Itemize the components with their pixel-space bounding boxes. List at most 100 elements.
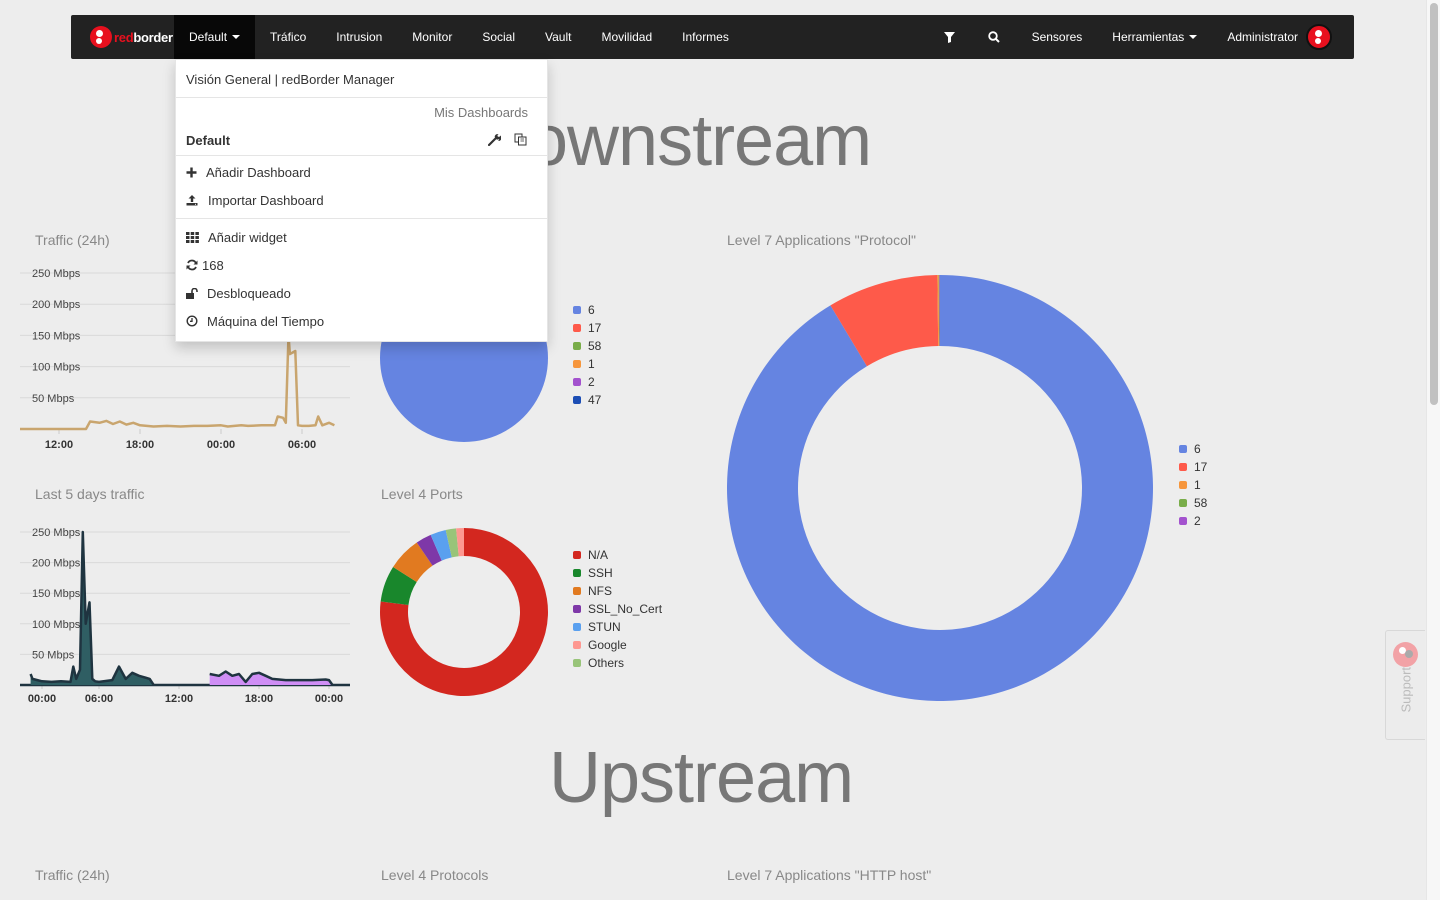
- legend-item[interactable]: 2: [573, 373, 601, 391]
- legend-item[interactable]: N/A: [573, 546, 662, 564]
- search-icon: [988, 31, 1000, 43]
- legend-item[interactable]: 58: [573, 337, 601, 355]
- legend-label: 2: [1194, 514, 1201, 528]
- legend-label: SSL_No_Cert: [588, 602, 663, 616]
- nav-item-movilidad[interactable]: Movilidad: [586, 15, 667, 59]
- my-dashboards-label: Mis Dashboards: [434, 105, 528, 120]
- filter-button[interactable]: [927, 15, 972, 59]
- y-tick-label: 150 Mbps: [32, 588, 81, 600]
- nav-item-trafico[interactable]: Tráfico: [255, 15, 321, 59]
- legend-swatch: [1179, 463, 1187, 471]
- legend-item[interactable]: 1: [1179, 476, 1207, 494]
- nav-item-social[interactable]: Social: [467, 15, 530, 59]
- clock-icon: [186, 315, 206, 327]
- support-tab[interactable]: Support: [1385, 630, 1425, 740]
- caret-down-icon: [232, 35, 241, 39]
- legend-label: NFS: [588, 584, 612, 598]
- legend-swatch: [573, 659, 581, 667]
- nav-item-administrator[interactable]: Administrator: [1212, 15, 1298, 59]
- legend-label: 17: [588, 321, 602, 335]
- legend-swatch: [1179, 445, 1187, 453]
- page-scrollbar[interactable]: [1426, 0, 1440, 900]
- line-series-a: [29, 530, 155, 686]
- y-tick-label: 150 Mbps: [32, 330, 81, 342]
- widget-title-l4-ports: Level 4 Ports: [381, 486, 463, 502]
- search-button[interactable]: [972, 15, 1017, 59]
- brand-logo-link[interactable]: redborder: [71, 15, 174, 59]
- legend-item[interactable]: 47: [573, 391, 601, 409]
- menu-item-add-dashboard[interactable]: Añadir Dashboard: [176, 158, 547, 186]
- x-tick-label: 00:00: [207, 439, 235, 451]
- legend-label: STUN: [588, 620, 621, 634]
- top-navbar: redborder Default Tráfico Intrusion Moni…: [71, 15, 1354, 59]
- brand-text: redborder: [114, 29, 173, 45]
- scrollbar-thumb[interactable]: [1430, 3, 1438, 405]
- legend-item[interactable]: 58: [1179, 494, 1207, 512]
- y-tick-label: 50 Mbps: [32, 649, 75, 661]
- nav-item-default[interactable]: Default: [174, 15, 256, 59]
- legend-item[interactable]: 1: [573, 355, 601, 373]
- edit-dashboard-button[interactable]: [481, 133, 507, 149]
- redborder-logo-icon: [90, 26, 112, 48]
- caret-down-icon: [1189, 35, 1198, 39]
- legend-item[interactable]: 17: [1179, 458, 1207, 476]
- legend-label: 58: [588, 339, 602, 353]
- legend-item[interactable]: 17: [573, 319, 601, 337]
- x-tick-label: 06:00: [85, 693, 113, 705]
- widget-title-up-l7-http-host: Level 7 Applications "HTTP host": [727, 867, 932, 883]
- menu-item-refresh-interval[interactable]: 168: [176, 251, 547, 279]
- x-tick-label: 18:00: [126, 439, 154, 451]
- y-tick-label: 250 Mbps: [32, 268, 81, 280]
- nav-item-monitor[interactable]: Monitor: [397, 15, 467, 59]
- dropdown-overview-link[interactable]: Visión General | redBorder Manager: [176, 60, 547, 98]
- legend-swatch: [573, 378, 581, 386]
- nav-item-sensores[interactable]: Sensores: [1017, 15, 1098, 59]
- legend-item[interactable]: NFS: [573, 582, 662, 600]
- nav-item-intrusion[interactable]: Intrusion: [321, 15, 397, 59]
- x-tick-label: 00:00: [315, 693, 343, 705]
- legend-item[interactable]: 6: [573, 301, 601, 319]
- legend-item[interactable]: SSL_No_Cert: [573, 600, 662, 618]
- legend-label: 1: [1194, 478, 1201, 492]
- legend-label: 6: [1194, 442, 1201, 456]
- plus-icon: [186, 167, 206, 178]
- dashboard-item-default[interactable]: Default: [176, 126, 547, 156]
- legend-swatch: [573, 569, 581, 577]
- x-tick-label: 12:00: [45, 439, 73, 451]
- widget-title-last-5-days: Last 5 days traffic: [35, 486, 145, 502]
- legend-item[interactable]: Others: [573, 654, 662, 672]
- legend-item[interactable]: 6: [1179, 440, 1207, 458]
- upload-icon: [186, 194, 206, 206]
- legend-swatch: [1179, 481, 1187, 489]
- nav-item-informes[interactable]: Informes: [667, 15, 744, 59]
- copy-icon: [514, 133, 526, 145]
- menu-item-import-dashboard[interactable]: Importar Dashboard: [176, 186, 547, 214]
- legend-item[interactable]: Google: [573, 636, 662, 654]
- x-tick-label: 06:00: [288, 439, 316, 451]
- traffic-line: [20, 334, 335, 431]
- menu-item-time-machine[interactable]: Máquina del Tiempo: [176, 307, 547, 335]
- x-tick-label: 18:00: [245, 693, 273, 705]
- wrench-icon: [487, 133, 501, 146]
- nav-item-herramientas[interactable]: Herramientas: [1097, 15, 1212, 59]
- legend-label: 2: [588, 375, 595, 389]
- l7-protocol-legend: 6 17 1 58 2: [1179, 440, 1207, 530]
- legend-label: 17: [1194, 460, 1208, 474]
- nav-item-vault[interactable]: Vault: [530, 15, 586, 59]
- legend-label: Others: [588, 656, 625, 670]
- legend-swatch: [573, 324, 581, 332]
- default-dashboard-dropdown: Visión General | redBorder Manager Mis D…: [175, 59, 548, 342]
- widget-title-l7-protocol: Level 7 Applications "Protocol": [727, 232, 916, 248]
- menu-item-lock-toggle[interactable]: Desbloqueado: [176, 279, 547, 307]
- y-tick-label: 50 Mbps: [32, 393, 75, 405]
- y-tick-label: 200 Mbps: [32, 299, 81, 311]
- legend-label: SSH: [588, 566, 613, 580]
- user-avatar[interactable]: [1306, 24, 1332, 50]
- legend-item[interactable]: SSH: [573, 564, 662, 582]
- legend-item[interactable]: STUN: [573, 618, 662, 636]
- legend-item[interactable]: 2: [1179, 512, 1207, 530]
- menu-item-add-widget[interactable]: Añadir widget: [176, 223, 547, 251]
- legend-label: 6: [588, 303, 595, 317]
- x-tick-label: 12:00: [165, 693, 193, 705]
- duplicate-dashboard-button[interactable]: [507, 133, 533, 149]
